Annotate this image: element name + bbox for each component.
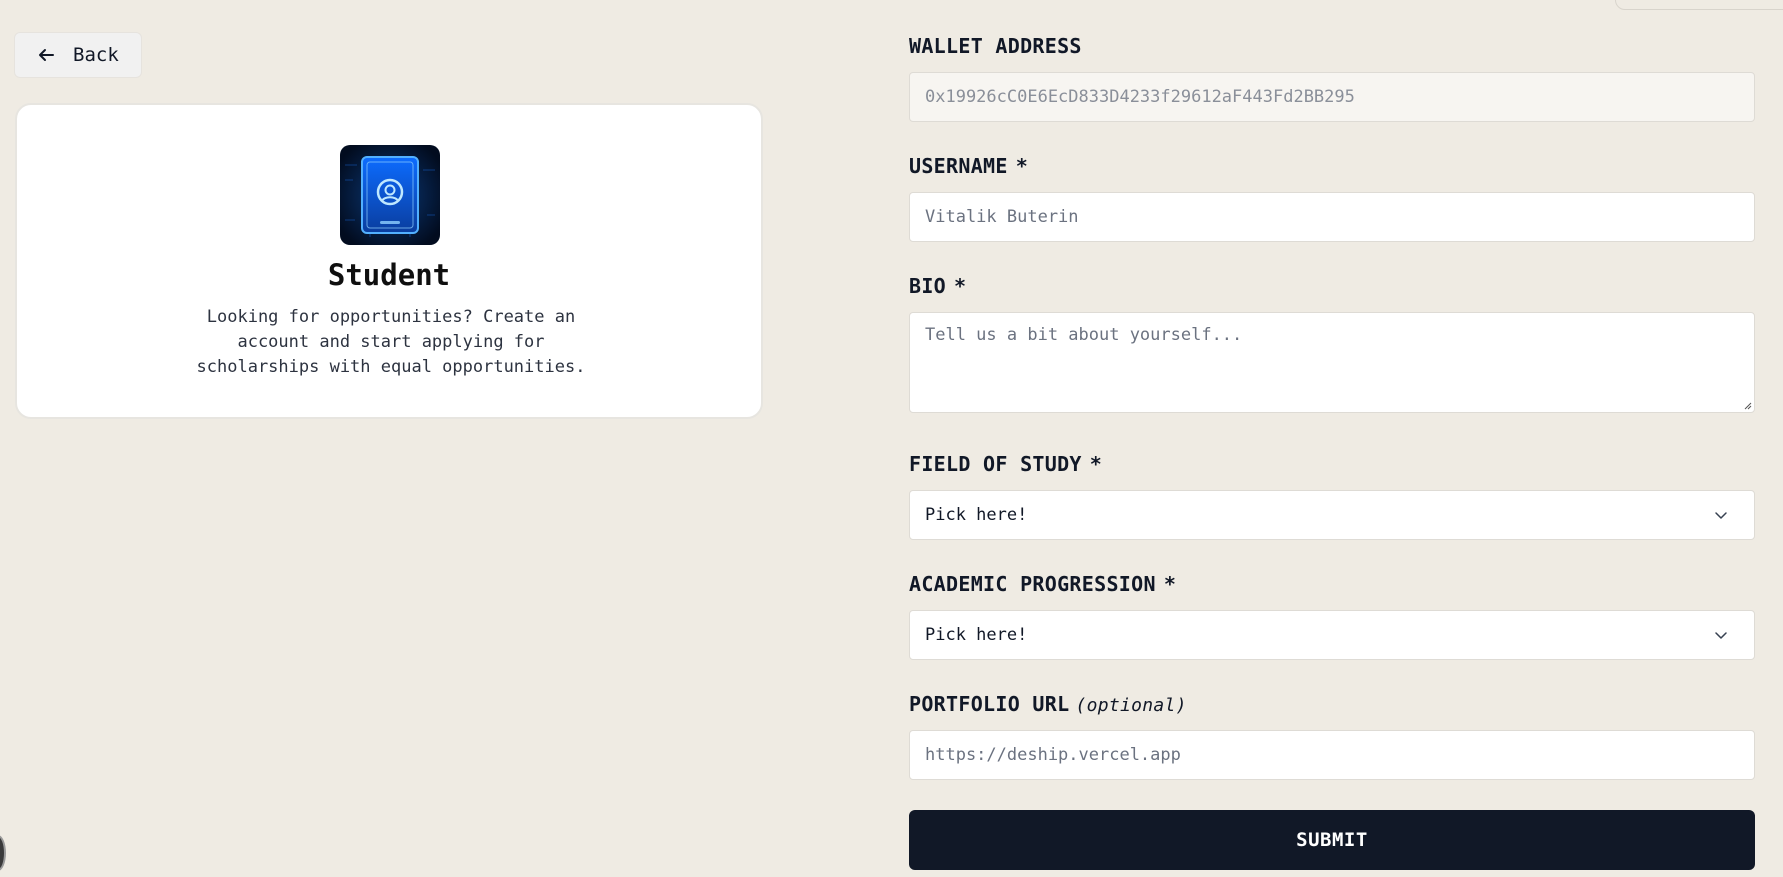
academic-progression-label-text: ACADEMIC PROGRESSION (909, 572, 1156, 596)
field-of-study-label-text: FIELD OF STUDY (909, 452, 1082, 476)
academic-progression-select[interactable]: Pick here! (909, 610, 1755, 660)
chevron-down-icon (1715, 632, 1727, 639)
bio-label: BIO * (909, 274, 966, 298)
bio-label-text: BIO (909, 274, 947, 298)
role-description: Looking for opportunities? Create an acc… (196, 307, 586, 377)
required-asterisk: * (954, 274, 967, 298)
username-label: USERNAME * (909, 154, 1028, 178)
wallet-address-label-text: WALLET ADDRESS (909, 34, 1082, 58)
portfolio-url-label-text: PORTFOLIO URL (909, 692, 1070, 716)
back-button-label: Back (73, 44, 119, 66)
wallet-address-label: WALLET ADDRESS (909, 34, 1082, 58)
arrow-left-icon (39, 49, 54, 61)
back-button[interactable]: Back (14, 32, 142, 78)
optional-note: (optional) (1075, 695, 1187, 716)
portfolio-url-input[interactable] (909, 730, 1755, 780)
portfolio-url-label: PORTFOLIO URL (optional) (909, 692, 1187, 716)
chevron-down-icon (1715, 512, 1727, 519)
resize-handle-icon[interactable] (1742, 400, 1752, 410)
username-label-text: USERNAME (909, 154, 1008, 178)
top-right-element-edge (1615, 0, 1783, 10)
required-asterisk: * (1015, 154, 1029, 178)
field-of-study-selected-value: Pick here! (925, 505, 1028, 525)
field-of-study-select[interactable]: Pick here! (909, 490, 1755, 540)
required-asterisk: * (1089, 452, 1103, 476)
field-of-study-label: FIELD OF STUDY * (909, 452, 1102, 476)
academic-progression-label: ACADEMIC PROGRESSION * (909, 572, 1176, 596)
academic-progression-selected-value: Pick here! (925, 625, 1028, 645)
bio-textarea[interactable] (909, 312, 1755, 413)
username-input[interactable] (909, 192, 1755, 242)
wallet-address-field[interactable] (909, 72, 1755, 122)
role-title: Student (327, 258, 451, 292)
floating-widget-edge[interactable] (0, 835, 6, 871)
student-id-card-icon (340, 145, 440, 245)
required-asterisk: * (1163, 572, 1177, 596)
role-card: Student Looking for opportunities? Creat… (15, 103, 763, 419)
submit-button[interactable]: SUBMIT (909, 810, 1755, 870)
